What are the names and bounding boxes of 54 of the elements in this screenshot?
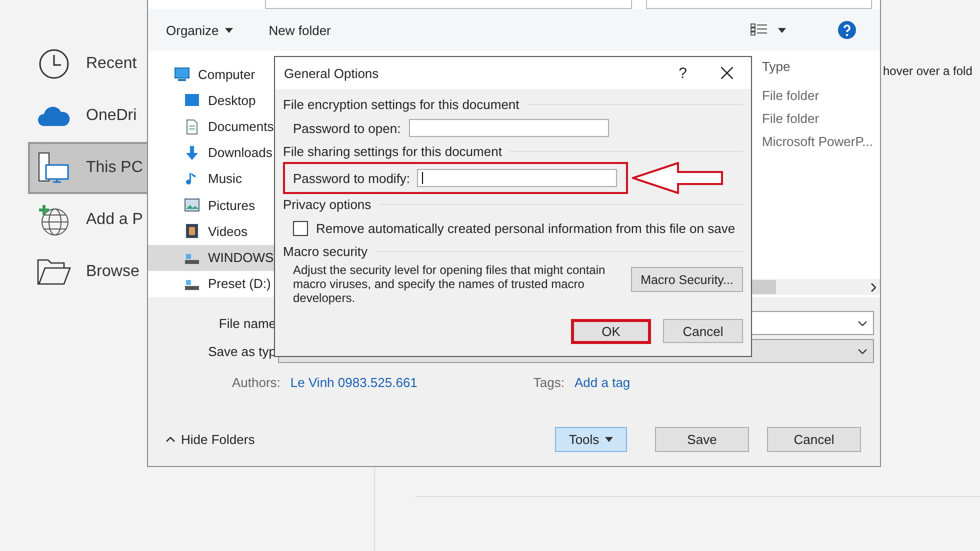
section-heading: File encryption settings for this document (283, 97, 520, 112)
section-heading: Privacy options (283, 197, 372, 212)
section-heading: Macro security (283, 244, 368, 259)
computer-icon (37, 151, 71, 185)
down-icon (184, 144, 200, 161)
cloud-icon (38, 105, 70, 127)
checkbox-label: Remove automatically created personal information from this file on save (316, 220, 736, 236)
ok-button[interactable]: OK (571, 319, 651, 344)
authors-value[interactable]: Le Vinh 0983.525.661 (290, 374, 418, 390)
help-icon[interactable] (838, 21, 856, 39)
save-button[interactable]: Save (655, 427, 749, 452)
clock-icon (38, 48, 70, 80)
section-heading: File sharing settings for this document (283, 144, 502, 159)
tools-button[interactable]: Tools (555, 427, 627, 452)
chevron-down-icon (858, 348, 867, 354)
new-folder-button[interactable]: New folder (262, 20, 337, 40)
column-header[interactable]: Type (762, 59, 790, 74)
help-button[interactable]: ? (678, 64, 687, 82)
macro-description: Adjust the security level for opening files that might contain macro viruses, and specify the names of trusted macro developers. (293, 263, 606, 305)
cancel-button[interactable]: Cancel (663, 319, 743, 343)
chevron-up-icon (166, 437, 175, 442)
tags-label: Tags: (533, 374, 564, 390)
dialog-title: General Options (284, 66, 379, 80)
view-options-icon[interactable] (750, 23, 786, 37)
authors-label: Authors: (232, 374, 280, 390)
folder-icon (37, 259, 71, 285)
desktop-icon (184, 92, 200, 108)
file-type-cell-text: File folder (762, 111, 820, 128)
doc-icon (184, 118, 200, 135)
pic-icon (184, 197, 200, 214)
field-label: Password to open: (293, 120, 402, 136)
monitor-icon (174, 66, 190, 82)
organize-menu[interactable]: Organize (160, 20, 239, 40)
checkbox[interactable] (293, 220, 308, 236)
chevron-down-icon (858, 320, 867, 326)
nav-item[interactable]: WINDOWS (148, 244, 276, 271)
caret-icon (224, 28, 233, 32)
file-type-cell-text: Microsoft PowerP... (762, 134, 874, 151)
chevron-right-icon (871, 282, 876, 292)
caret-icon (605, 437, 614, 442)
hint-text: hover over a fold (883, 64, 972, 78)
password-modify-field[interactable] (417, 169, 617, 187)
cancel-button[interactable]: Cancel (767, 427, 861, 452)
password-open-field[interactable] (409, 119, 609, 137)
scrollbar-thumb[interactable] (752, 280, 776, 294)
hide-folders-button[interactable]: Hide Folders (160, 431, 261, 448)
field-label: Password to modify: (293, 170, 409, 186)
video-icon (184, 223, 200, 240)
macro-security-button[interactable]: Macro Security... (631, 267, 743, 292)
add-tag-link[interactable]: Add a tag (574, 374, 630, 390)
horizontal-scrollbar[interactable] (752, 279, 880, 295)
globe-add-icon (37, 203, 71, 237)
file-type-cell-text: File folder (762, 88, 820, 105)
close-icon[interactable] (721, 67, 733, 79)
